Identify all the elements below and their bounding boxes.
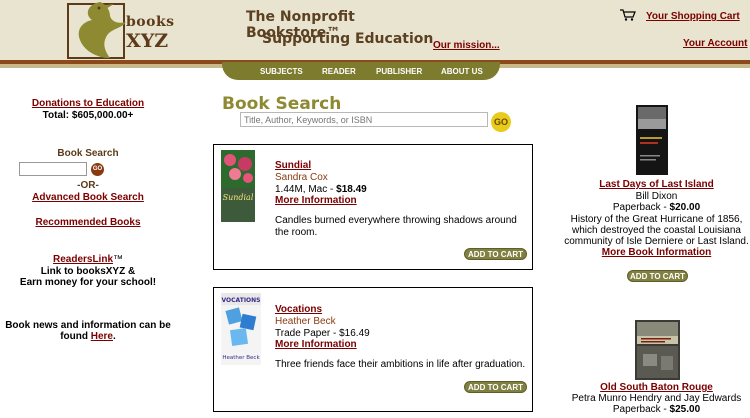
or-separator: -OR- <box>77 180 99 191</box>
nav-publisher[interactable]: PUBLISHER <box>376 67 422 76</box>
donations-link[interactable]: Donations to Education <box>32 98 144 109</box>
book-title-link[interactable]: Sundial <box>275 160 311 171</box>
book-format: 1.44M, Mac - <box>275 184 337 195</box>
news-period: . <box>113 331 116 342</box>
nav-about-us[interactable]: ABOUT US <box>441 67 483 76</box>
book-search-go-button[interactable]: GO <box>491 112 511 132</box>
cover-title-vocations: VOCATIONS <box>222 297 261 304</box>
readerslink-link[interactable]: ReadersLink <box>53 254 113 265</box>
featured-book-2-format: Paperback - <box>612 404 670 415</box>
featured-book-author: Bill Dixon <box>635 191 678 202</box>
nav-reader[interactable]: READER <box>322 67 356 76</box>
book-cover-sundial[interactable]: Sundial <box>221 150 255 222</box>
featured-book-2-price: $25.00 <box>669 404 701 415</box>
featured-book-desc-3: community of Isle Derniere or Last Islan… <box>564 236 749 247</box>
readerslink-line-2: Earn money for your school! <box>19 277 157 288</box>
featured-book-format: Paperback - <box>612 202 670 213</box>
donations-total: Total: $605,000.00+ <box>42 110 134 121</box>
page-title: Book Search <box>222 94 342 114</box>
nav-subjects[interactable]: SUBJECTS <box>260 67 303 76</box>
book-format: Trade Paper - <box>275 328 340 339</box>
trademark-symbol: ™ <box>113 254 124 265</box>
book-title-link[interactable]: Vocations <box>275 304 322 315</box>
book-description: Three friends face their ambitions in li… <box>275 359 526 370</box>
sidebar-search-input[interactable] <box>19 162 87 176</box>
advanced-search-link[interactable]: Advanced Book Search <box>32 192 144 203</box>
more-information-link[interactable]: More Information <box>275 195 357 206</box>
book-result-card: VOCATIONS Heather Beck Vocations Heather… <box>213 287 533 412</box>
news-line-2: found <box>60 331 91 342</box>
logo-text-books: books <box>126 14 175 30</box>
cover-author-vocations: Heather Beck <box>222 355 260 361</box>
book-search-input[interactable] <box>240 112 488 127</box>
book-description: Candles burned everywhere throwing shado… <box>275 215 517 238</box>
news-here-link[interactable]: Here <box>91 331 113 342</box>
featured-book-2-title-link[interactable]: Old South Baton Rouge <box>600 382 713 393</box>
book-cover-last-days[interactable] <box>636 105 668 175</box>
site-subtagline: Supporting Education <box>262 31 434 47</box>
sidebar-search-title: Book Search <box>57 148 119 159</box>
main-nav: SUBJECTS READER PUBLISHER ABOUT US <box>222 62 500 80</box>
sidebar-search-go-button[interactable]: GO <box>91 163 104 176</box>
add-to-cart-button[interactable]: ADD TO CART <box>464 248 527 260</box>
news-line-1: Book news and information can be <box>5 320 171 331</box>
book-price: $18.49 <box>336 184 367 195</box>
book-cover-old-south-baton-rouge[interactable] <box>635 320 680 380</box>
featured-book-2-author: Petra Munro Hendry and Jay Edwards <box>571 393 742 404</box>
readerslink-line-1: Link to booksXYZ & <box>40 266 136 277</box>
book-result-card: Sundial Sundial Sandra Cox 1.44M, Mac - … <box>213 144 533 270</box>
book-author: Heather Beck <box>275 316 336 327</box>
book-price: $16.49 <box>339 328 370 339</box>
more-book-information-link[interactable]: More Book Information <box>602 247 711 258</box>
shopping-cart-link[interactable]: Your Shopping Cart <box>646 11 740 22</box>
your-account-link[interactable]: Your Account <box>683 38 747 49</box>
shopping-cart-icon[interactable] <box>620 9 636 21</box>
add-to-cart-button[interactable]: ADD TO CART <box>464 381 527 393</box>
logo-text-xyz: XYZ <box>126 30 169 52</box>
featured-book-price: $20.00 <box>669 202 701 213</box>
featured-add-to-cart-button[interactable]: ADD TO CART <box>627 270 688 282</box>
cover-title-sundial: Sundial <box>223 193 254 202</box>
featured-book-desc-1: History of the Great Hurricane of 1856, <box>570 214 743 225</box>
book-author: Sandra Cox <box>275 172 328 183</box>
book-cover-vocations[interactable]: VOCATIONS Heather Beck <box>221 293 261 365</box>
featured-book-desc-2: which destroyed the coastal Louisiana <box>572 225 741 236</box>
more-information-link[interactable]: More Information <box>275 339 357 350</box>
recommended-books-link[interactable]: Recommended Books <box>35 217 140 228</box>
featured-book-title-link[interactable]: Last Days of Last Island <box>599 179 713 190</box>
our-mission-link[interactable]: Our mission... <box>433 40 500 51</box>
